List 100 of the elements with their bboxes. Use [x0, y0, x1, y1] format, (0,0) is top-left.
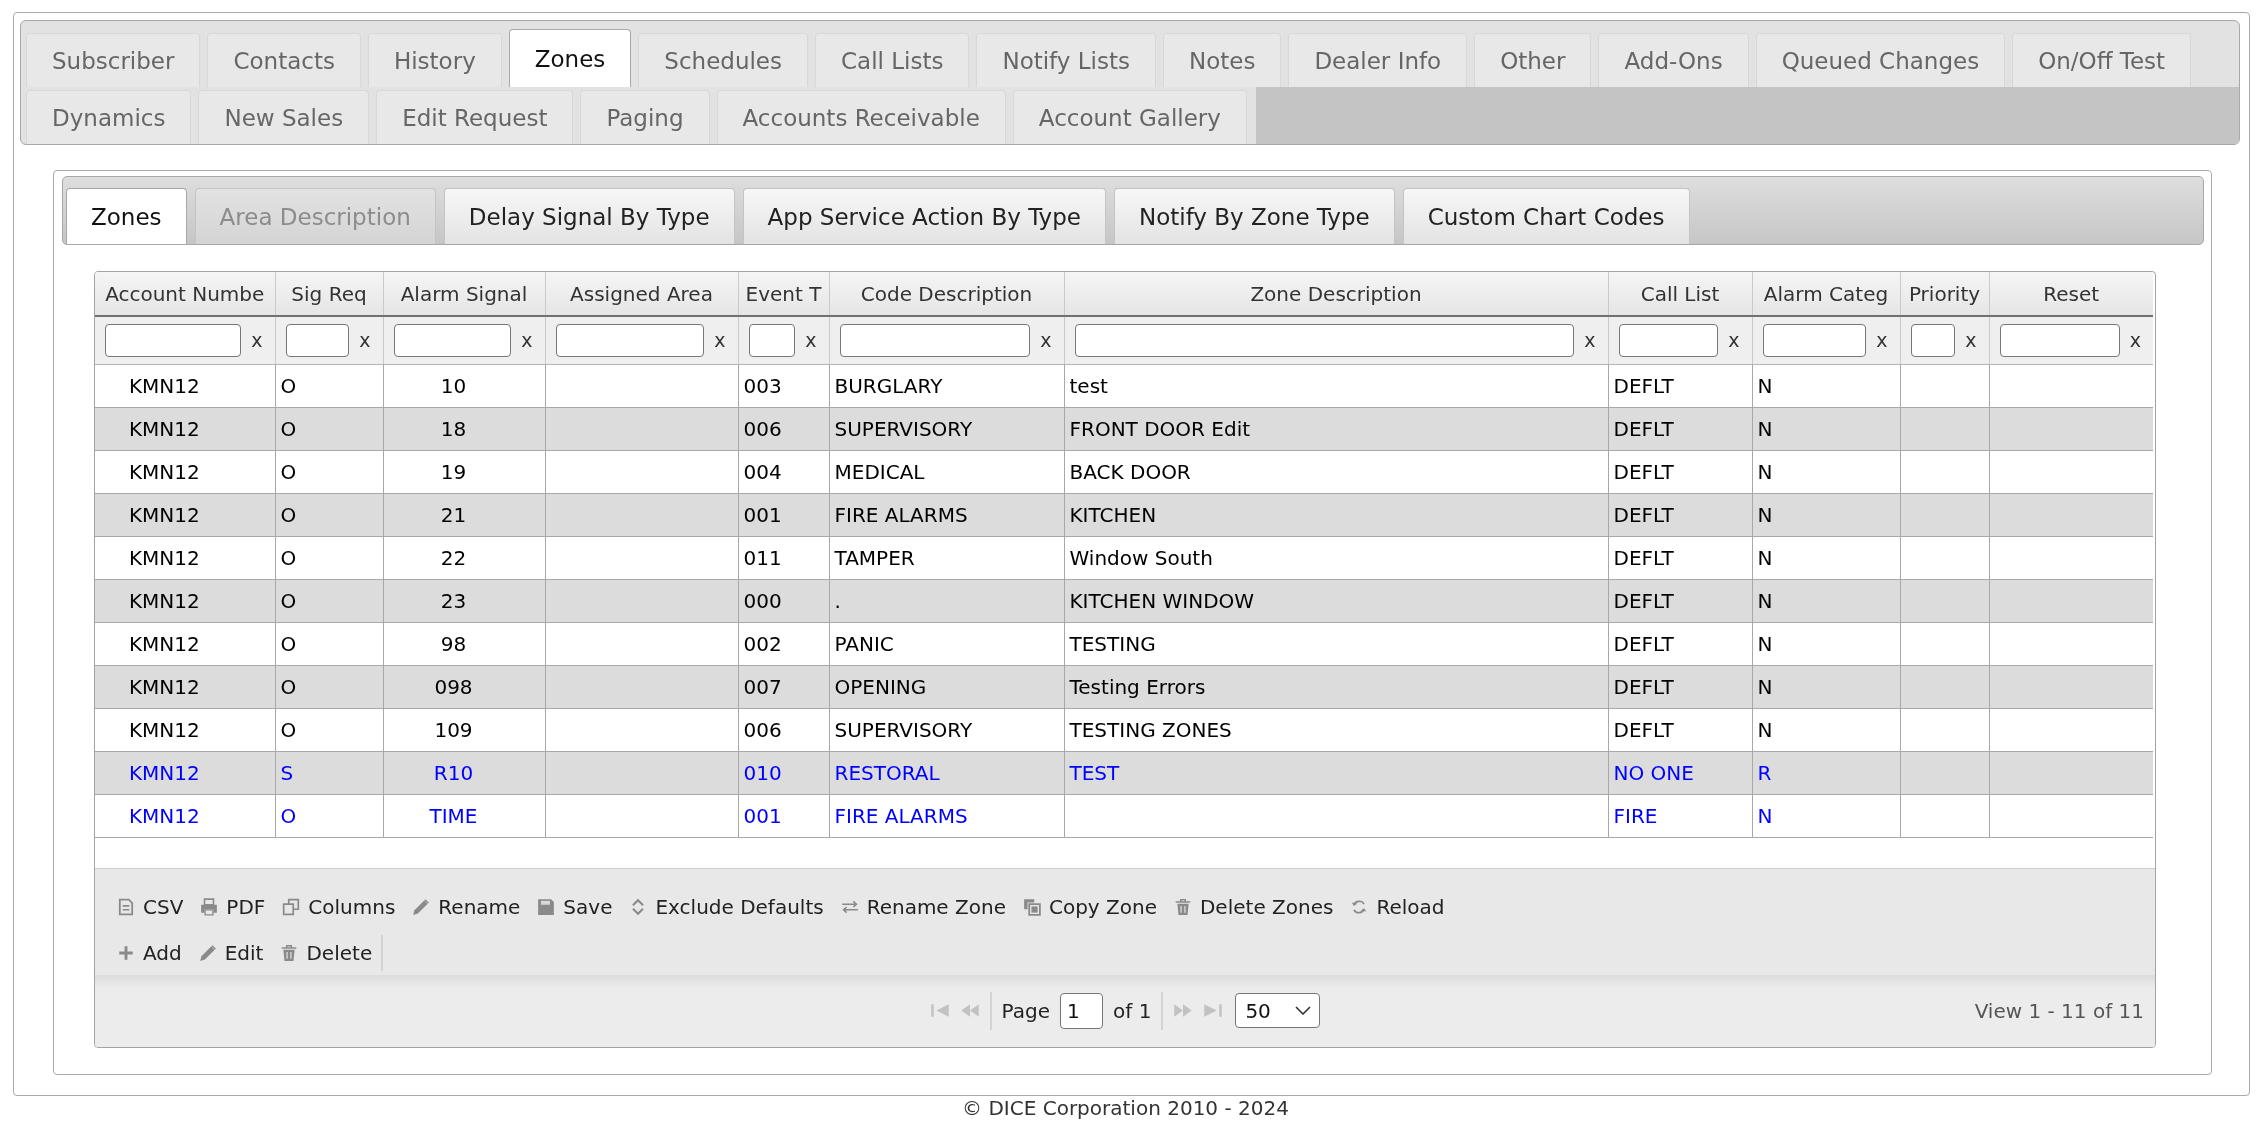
table-cell: N [1752, 579, 1900, 622]
table-cell: DEFLT [1608, 407, 1752, 450]
tab[interactable]: Queued Changes [1755, 33, 2006, 87]
toolbar-button[interactable]: CSV [117, 894, 184, 919]
column-header[interactable]: Call List [1608, 272, 1752, 316]
table-cell: O [275, 493, 383, 536]
clear-filter-button[interactable]: x [1965, 330, 1977, 350]
tab[interactable]: Dynamics [26, 90, 192, 144]
filter-field[interactable] [1762, 323, 1867, 357]
plus-icon [117, 943, 135, 962]
table-cell: BACK DOOR [1064, 450, 1608, 493]
tab[interactable]: Zones [66, 188, 187, 244]
toolbar-button[interactable]: Rename Zone [840, 894, 1006, 919]
table-cell: 001 [738, 794, 829, 837]
tab[interactable]: Paging [580, 90, 710, 144]
column-header[interactable]: Alarm Categ [1752, 272, 1900, 316]
table-cell: KMN12 [95, 493, 275, 536]
column-header[interactable]: Account Numbe [95, 272, 275, 316]
clear-filter-button[interactable]: x [521, 330, 533, 350]
tab[interactable]: Call Lists [815, 33, 970, 87]
toolbar-button[interactable]: Reload [1350, 894, 1445, 919]
tab[interactable]: Notify Lists [976, 33, 1156, 87]
filter-field[interactable] [285, 323, 350, 357]
filter-field[interactable] [1074, 323, 1575, 357]
clear-filter-button[interactable]: x [251, 330, 263, 350]
tab[interactable]: Add-Ons [1598, 33, 1749, 87]
page-number-field[interactable]: 1 [1060, 992, 1104, 1029]
save-icon [537, 897, 556, 916]
column-header[interactable]: Zone Description [1064, 272, 1608, 316]
toolbar-button[interactable]: Exclude Defaults [629, 894, 824, 919]
tab[interactable]: Notes [1162, 33, 1282, 87]
tab[interactable]: App Service Action By Type [742, 188, 1106, 244]
filter-field[interactable] [748, 323, 796, 357]
clear-filter-button[interactable]: x [2129, 330, 2141, 350]
table-cell: DEFLT [1608, 450, 1752, 493]
tab[interactable]: Contacts [207, 33, 361, 87]
toolbar-button[interactable]: Delete Zones [1173, 894, 1334, 919]
tab[interactable]: Delay Signal By Type [443, 188, 735, 244]
column-header[interactable]: Reset [1989, 272, 2153, 316]
filter-field[interactable] [1999, 323, 2120, 357]
tab[interactable]: Account Gallery [1012, 90, 1247, 144]
clear-filter-button[interactable]: x [805, 330, 817, 350]
tab[interactable]: On/Off Test [2012, 33, 2192, 87]
toolbar-button[interactable]: Copy Zone [1022, 894, 1157, 919]
table-cell: TESTING ZONES [1064, 708, 1608, 751]
tab[interactable]: Edit Request [376, 90, 574, 144]
filter-field[interactable] [555, 323, 705, 357]
tab[interactable]: Custom Chart Codes [1402, 188, 1690, 244]
table-cell: O [275, 536, 383, 579]
column-header[interactable]: Sig Req [275, 272, 383, 316]
filter-field[interactable] [1618, 323, 1719, 357]
column-header[interactable]: Assigned Area [545, 272, 738, 316]
filter-field[interactable] [839, 323, 1031, 357]
tab[interactable]: History [367, 33, 502, 87]
table-cell: 011 [738, 536, 829, 579]
clear-filter-button[interactable]: x [1040, 330, 1052, 350]
filter-field[interactable] [393, 323, 512, 357]
toolbar-button[interactable]: Edit [198, 940, 264, 965]
tab[interactable]: Zones [508, 29, 632, 87]
table-cell: N [1752, 450, 1900, 493]
table-cell: TIME [383, 794, 545, 837]
page-size-select[interactable]: 50 [1235, 993, 1321, 1028]
toolbar-button[interactable]: Add [117, 940, 182, 965]
column-header[interactable]: Code Description [829, 272, 1064, 316]
column-header[interactable]: Event T [738, 272, 829, 316]
tab[interactable]: Notify By Zone Type [1114, 188, 1395, 244]
tab[interactable]: Dealer Info [1288, 33, 1468, 87]
tab[interactable]: Accounts Receivable [716, 90, 1006, 144]
table-cell: N [1752, 794, 1900, 837]
page-count-label: of 1 [1113, 998, 1152, 1023]
filter-field[interactable] [105, 323, 242, 357]
table-cell: OPENING [829, 665, 1064, 708]
clear-filter-button[interactable]: x [1584, 330, 1596, 350]
tab[interactable]: New Sales [198, 90, 370, 144]
page-label: Page [1001, 998, 1051, 1023]
toolbar-button[interactable]: Delete [280, 940, 373, 965]
toolbar-button[interactable]: Rename [412, 894, 521, 919]
table-cell: N [1752, 407, 1900, 450]
table-cell: PANIC [829, 622, 1064, 665]
table-cell: 004 [738, 450, 829, 493]
tab[interactable]: Schedules [638, 33, 808, 87]
table-cell: TAMPER [829, 536, 1064, 579]
table-cell: O [275, 708, 383, 751]
table-cell: 006 [738, 708, 829, 751]
clear-filter-button[interactable]: x [714, 330, 726, 350]
tab[interactable]: Other [1474, 33, 1592, 87]
column-header[interactable]: Priority [1900, 272, 1989, 316]
clear-filter-button[interactable]: x [1728, 330, 1740, 350]
filter-field[interactable] [1910, 323, 1956, 357]
table-cell: N [1752, 364, 1900, 407]
table-cell: O [275, 364, 383, 407]
table-cell: 007 [738, 665, 829, 708]
tab[interactable]: Subscriber [26, 33, 201, 87]
clear-filter-button[interactable]: x [359, 330, 371, 350]
column-header[interactable]: Alarm Signal [383, 272, 545, 316]
toolbar-button[interactable]: Columns [282, 894, 396, 919]
toolbar-button[interactable]: PDF [200, 894, 266, 919]
copy-icon [1022, 897, 1041, 916]
clear-filter-button[interactable]: x [1876, 330, 1888, 350]
toolbar-button[interactable]: Save [537, 894, 613, 919]
